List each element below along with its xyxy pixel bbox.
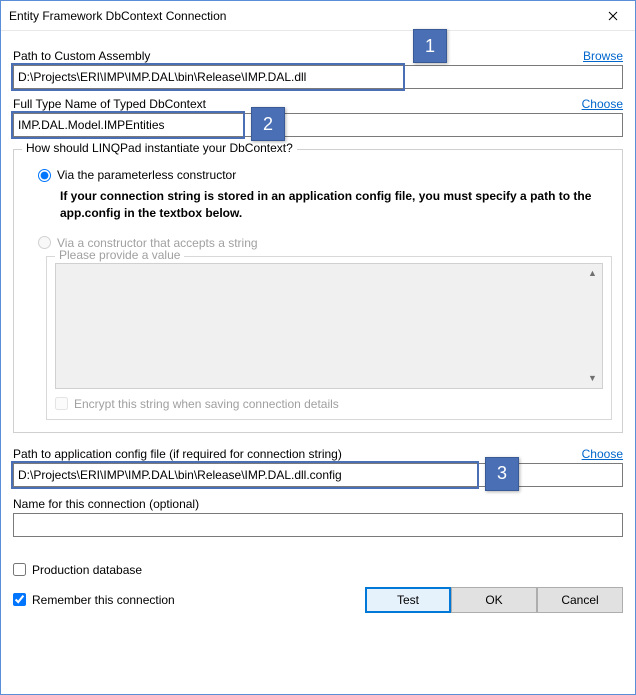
production-row[interactable]: Production database — [13, 563, 623, 577]
configpath-input[interactable] — [13, 463, 623, 487]
production-label: Production database — [32, 563, 142, 577]
scroll-down-icon: ▼ — [585, 371, 600, 386]
instantiate-legend: How should LINQPad instantiate your DbCo… — [22, 141, 297, 155]
dialog-window: Entity Framework DbContext Connection Pa… — [0, 0, 636, 695]
string-value-legend: Please provide a value — [55, 248, 184, 262]
callout-2: 2 — [251, 107, 285, 141]
radio-string-ctor-input[interactable] — [38, 236, 51, 249]
ok-button[interactable]: OK — [451, 587, 537, 613]
callout-3: 3 — [485, 457, 519, 491]
dialog-body: Path to Custom Assembly Browse 1 Full Ty… — [1, 31, 635, 694]
remember-checkbox[interactable] — [13, 593, 26, 606]
close-icon — [608, 11, 618, 21]
configpath-label: Path to application config file (if requ… — [13, 447, 342, 461]
assembly-path-input[interactable] — [13, 65, 623, 89]
browse-link[interactable]: Browse — [583, 49, 623, 63]
test-button[interactable]: Test — [365, 587, 451, 613]
radio-parameterless-label: Via the parameterless constructor — [57, 168, 236, 182]
connname-label: Name for this connection (optional) — [13, 497, 199, 511]
radio-parameterless-input[interactable] — [38, 169, 51, 182]
choose-type-link[interactable]: Choose — [582, 97, 623, 111]
config-note: If your connection string is stored in a… — [60, 188, 600, 222]
bottom-checks: Production database — [13, 551, 623, 577]
footer: Remember this connection Test OK Cancel — [13, 587, 623, 613]
encrypt-label: Encrypt this string when saving connecti… — [74, 397, 339, 411]
connname-row: Name for this connection (optional) — [13, 497, 623, 511]
assembly-row: Path to Custom Assembly Browse 1 — [13, 49, 623, 63]
string-value-textarea: ▲ ▼ — [55, 263, 603, 389]
typename-row: Full Type Name of Typed DbContext Choose — [13, 97, 623, 111]
string-value-group: Please provide a value ▲ ▼ Encrypt this … — [46, 256, 612, 420]
configpath-row: Path to application config file (if requ… — [13, 447, 623, 461]
radio-parameterless[interactable]: Via the parameterless constructor — [38, 168, 612, 182]
remember-row[interactable]: Remember this connection — [13, 593, 365, 607]
titlebar: Entity Framework DbContext Connection — [1, 1, 635, 31]
callout-1: 1 — [413, 29, 447, 63]
typename-input[interactable] — [13, 113, 623, 137]
production-checkbox[interactable] — [13, 563, 26, 576]
connname-input[interactable] — [13, 513, 623, 537]
close-button[interactable] — [590, 1, 635, 31]
encrypt-checkbox — [55, 397, 68, 410]
choose-config-link[interactable]: Choose — [582, 447, 623, 461]
cancel-button[interactable]: Cancel — [537, 587, 623, 613]
window-title: Entity Framework DbContext Connection — [9, 9, 590, 23]
remember-label: Remember this connection — [32, 593, 175, 607]
instantiate-group: How should LINQPad instantiate your DbCo… — [13, 149, 623, 433]
typename-label: Full Type Name of Typed DbContext — [13, 97, 206, 111]
scroll-up-icon: ▲ — [585, 266, 600, 281]
encrypt-row: Encrypt this string when saving connecti… — [55, 397, 603, 411]
assembly-label: Path to Custom Assembly — [13, 49, 150, 63]
